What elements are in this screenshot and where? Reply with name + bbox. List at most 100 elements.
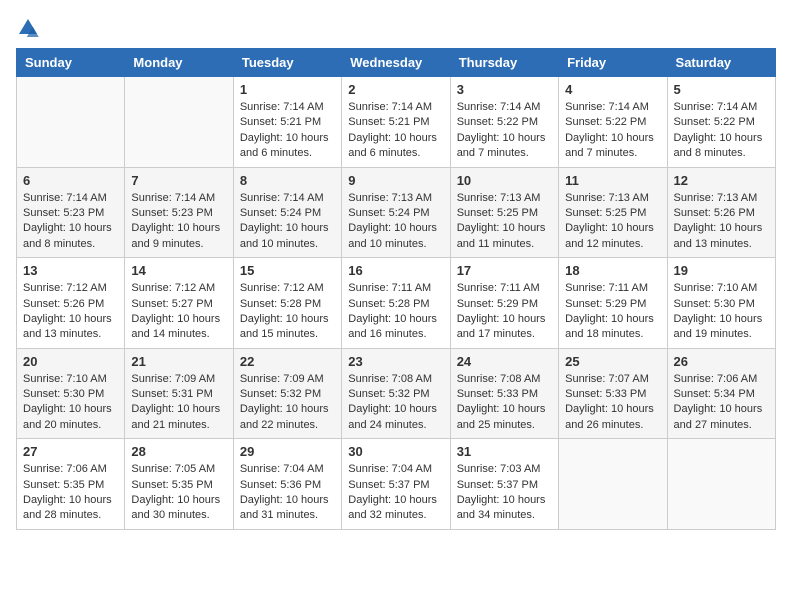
day-info: Sunrise: 7:04 AMSunset: 5:37 PMDaylight:… xyxy=(348,462,443,524)
day-number: 26 xyxy=(674,354,769,369)
day-info: Sunrise: 7:06 AMSunset: 5:35 PMDaylight:… xyxy=(23,462,118,524)
column-header-sunday: Sunday xyxy=(17,49,125,77)
day-number: 10 xyxy=(457,173,552,188)
calendar-cell: 21 Sunrise: 7:09 AMSunset: 5:31 PMDayligh… xyxy=(125,348,233,439)
day-number: 8 xyxy=(240,173,335,188)
day-number: 15 xyxy=(240,263,335,278)
calendar-cell xyxy=(17,77,125,168)
day-info: Sunrise: 7:10 AMSunset: 5:30 PMDaylight:… xyxy=(23,372,118,434)
calendar-cell: 25 Sunrise: 7:07 AMSunset: 5:33 PMDayligh… xyxy=(559,348,667,439)
calendar-header-row: SundayMondayTuesdayWednesdayThursdayFrid… xyxy=(17,49,776,77)
day-info: Sunrise: 7:04 AMSunset: 5:36 PMDaylight:… xyxy=(240,462,335,524)
calendar-cell: 18 Sunrise: 7:11 AMSunset: 5:29 PMDayligh… xyxy=(559,258,667,349)
day-info: Sunrise: 7:09 AMSunset: 5:31 PMDaylight:… xyxy=(131,372,226,434)
column-header-monday: Monday xyxy=(125,49,233,77)
calendar-cell: 27 Sunrise: 7:06 AMSunset: 5:35 PMDayligh… xyxy=(17,439,125,530)
day-number: 22 xyxy=(240,354,335,369)
logo-icon xyxy=(16,16,40,40)
day-info: Sunrise: 7:14 AMSunset: 5:23 PMDaylight:… xyxy=(131,191,226,253)
day-number: 14 xyxy=(131,263,226,278)
calendar-cell: 7 Sunrise: 7:14 AMSunset: 5:23 PMDaylight… xyxy=(125,167,233,258)
day-number: 31 xyxy=(457,444,552,459)
day-info: Sunrise: 7:08 AMSunset: 5:33 PMDaylight:… xyxy=(457,372,552,434)
day-number: 9 xyxy=(348,173,443,188)
calendar-cell: 8 Sunrise: 7:14 AMSunset: 5:24 PMDaylight… xyxy=(233,167,341,258)
day-number: 18 xyxy=(565,263,660,278)
day-info: Sunrise: 7:11 AMSunset: 5:28 PMDaylight:… xyxy=(348,281,443,343)
day-number: 3 xyxy=(457,82,552,97)
calendar-cell: 9 Sunrise: 7:13 AMSunset: 5:24 PMDaylight… xyxy=(342,167,450,258)
column-header-saturday: Saturday xyxy=(667,49,775,77)
day-info: Sunrise: 7:14 AMSunset: 5:23 PMDaylight:… xyxy=(23,191,118,253)
calendar-cell: 16 Sunrise: 7:11 AMSunset: 5:28 PMDayligh… xyxy=(342,258,450,349)
day-number: 28 xyxy=(131,444,226,459)
day-number: 11 xyxy=(565,173,660,188)
calendar-week-row: 20Sunrise: 7:10 AMSunset: 5:30 PMDayligh… xyxy=(17,348,776,439)
day-number: 19 xyxy=(674,263,769,278)
calendar-cell: 28 Sunrise: 7:05 AMSunset: 5:35 PMDayligh… xyxy=(125,439,233,530)
day-number: 17 xyxy=(457,263,552,278)
day-info: Sunrise: 7:11 AMSunset: 5:29 PMDaylight:… xyxy=(565,281,660,343)
day-info: Sunrise: 7:13 AMSunset: 5:24 PMDaylight:… xyxy=(348,191,443,253)
day-number: 24 xyxy=(457,354,552,369)
calendar-cell: 31Sunrise: 7:03 AMSunset: 5:37 PMDayligh… xyxy=(450,439,558,530)
day-number: 4 xyxy=(565,82,660,97)
day-number: 25 xyxy=(565,354,660,369)
calendar-cell xyxy=(559,439,667,530)
calendar-table: SundayMondayTuesdayWednesdayThursdayFrid… xyxy=(16,48,776,530)
day-number: 12 xyxy=(674,173,769,188)
day-number: 6 xyxy=(23,173,118,188)
calendar-cell: 15 Sunrise: 7:12 AMSunset: 5:28 PMDayligh… xyxy=(233,258,341,349)
day-number: 27 xyxy=(23,444,118,459)
calendar-cell: 23 Sunrise: 7:08 AMSunset: 5:32 PMDayligh… xyxy=(342,348,450,439)
calendar-cell: 13Sunrise: 7:12 AMSunset: 5:26 PMDayligh… xyxy=(17,258,125,349)
column-header-thursday: Thursday xyxy=(450,49,558,77)
day-info: Sunrise: 7:13 AMSunset: 5:25 PMDaylight:… xyxy=(457,191,552,253)
day-number: 1 xyxy=(240,82,335,97)
day-number: 5 xyxy=(674,82,769,97)
calendar-cell: 4 Sunrise: 7:14 AMSunset: 5:22 PMDaylight… xyxy=(559,77,667,168)
calendar-cell xyxy=(667,439,775,530)
column-header-tuesday: Tuesday xyxy=(233,49,341,77)
calendar-cell: 11 Sunrise: 7:13 AMSunset: 5:25 PMDayligh… xyxy=(559,167,667,258)
calendar-cell: 6 Sunrise: 7:14 AMSunset: 5:23 PMDaylight… xyxy=(17,167,125,258)
day-number: 21 xyxy=(131,354,226,369)
calendar-cell: 2 Sunrise: 7:14 AMSunset: 5:21 PMDaylight… xyxy=(342,77,450,168)
calendar-cell: 26 Sunrise: 7:06 AMSunset: 5:34 PMDayligh… xyxy=(667,348,775,439)
day-number: 23 xyxy=(348,354,443,369)
calendar-cell: 20Sunrise: 7:10 AMSunset: 5:30 PMDayligh… xyxy=(17,348,125,439)
day-info: Sunrise: 7:13 AMSunset: 5:26 PMDaylight:… xyxy=(674,191,769,253)
calendar-week-row: 27 Sunrise: 7:06 AMSunset: 5:35 PMDayligh… xyxy=(17,439,776,530)
page-header xyxy=(16,16,776,40)
day-info: Sunrise: 7:13 AMSunset: 5:25 PMDaylight:… xyxy=(565,191,660,253)
day-number: 29 xyxy=(240,444,335,459)
day-info: Sunrise: 7:05 AMSunset: 5:35 PMDaylight:… xyxy=(131,462,226,524)
day-info: Sunrise: 7:09 AMSunset: 5:32 PMDaylight:… xyxy=(240,372,335,434)
day-info: Sunrise: 7:12 AMSunset: 5:28 PMDaylight:… xyxy=(240,281,335,343)
day-info: Sunrise: 7:11 AMSunset: 5:29 PMDaylight:… xyxy=(457,281,552,343)
day-number: 30 xyxy=(348,444,443,459)
day-info: Sunrise: 7:14 AMSunset: 5:22 PMDaylight:… xyxy=(565,100,660,162)
calendar-cell: 19 Sunrise: 7:10 AMSunset: 5:30 PMDayligh… xyxy=(667,258,775,349)
day-info: Sunrise: 7:14 AMSunset: 5:22 PMDaylight:… xyxy=(457,100,552,162)
calendar-cell: 14Sunrise: 7:12 AMSunset: 5:27 PMDayligh… xyxy=(125,258,233,349)
calendar-cell: 1Sunrise: 7:14 AMSunset: 5:21 PMDaylight… xyxy=(233,77,341,168)
calendar-cell: 29 Sunrise: 7:04 AMSunset: 5:36 PMDayligh… xyxy=(233,439,341,530)
calendar-cell: 17 Sunrise: 7:11 AMSunset: 5:29 PMDayligh… xyxy=(450,258,558,349)
day-number: 7 xyxy=(131,173,226,188)
day-info: Sunrise: 7:14 AMSunset: 5:22 PMDaylight:… xyxy=(674,100,769,162)
day-info: Sunrise: 7:14 AMSunset: 5:24 PMDaylight:… xyxy=(240,191,335,253)
calendar-cell: 22 Sunrise: 7:09 AMSunset: 5:32 PMDayligh… xyxy=(233,348,341,439)
logo xyxy=(16,16,44,40)
day-info: Sunrise: 7:14 AMSunset: 5:21 PMDaylight:… xyxy=(348,100,443,162)
day-info: Sunrise: 7:10 AMSunset: 5:30 PMDaylight:… xyxy=(674,281,769,343)
day-info: Sunrise: 7:07 AMSunset: 5:33 PMDaylight:… xyxy=(565,372,660,434)
day-info: Sunrise: 7:08 AMSunset: 5:32 PMDaylight:… xyxy=(348,372,443,434)
day-number: 2 xyxy=(348,82,443,97)
day-info: Sunrise: 7:06 AMSunset: 5:34 PMDaylight:… xyxy=(674,372,769,434)
day-number: 16 xyxy=(348,263,443,278)
calendar-cell xyxy=(125,77,233,168)
column-header-wednesday: Wednesday xyxy=(342,49,450,77)
calendar-cell: 30 Sunrise: 7:04 AMSunset: 5:37 PMDayligh… xyxy=(342,439,450,530)
calendar-cell: 24 Sunrise: 7:08 AMSunset: 5:33 PMDayligh… xyxy=(450,348,558,439)
